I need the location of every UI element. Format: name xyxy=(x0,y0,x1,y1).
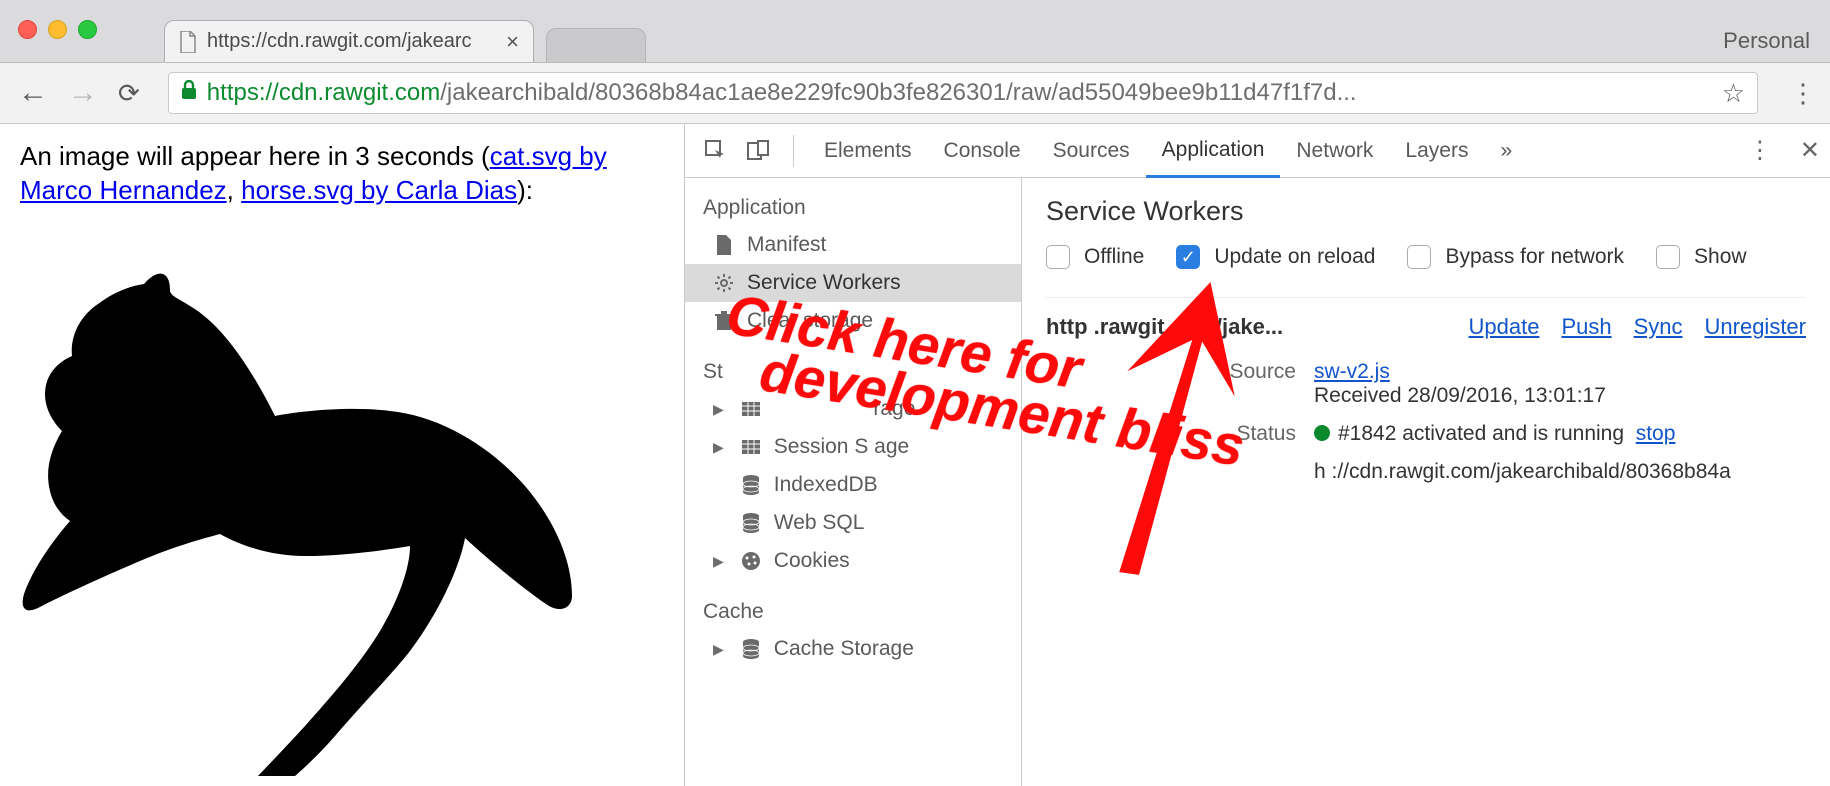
panel-title: Service Workers xyxy=(1046,196,1806,227)
sidebar-section-cache: Cache xyxy=(685,594,1021,630)
page-intro-text: An image will appear here in 3 seconds ( xyxy=(20,141,490,171)
sidebar-item-manifest[interactable]: Manifest xyxy=(685,226,1021,264)
offline-checkbox[interactable] xyxy=(1046,245,1070,269)
maximize-window-button[interactable] xyxy=(78,20,97,39)
sidebar-section-application: Application xyxy=(685,190,1021,226)
cookie-icon xyxy=(740,550,762,572)
forward-button[interactable]: → xyxy=(68,76,96,110)
expand-icon: ▶ xyxy=(713,553,724,570)
sw-status-text: #1842 activated and is running xyxy=(1338,422,1624,445)
titlebar: https://cdn.rawgit.com/jakearc × Persona… xyxy=(0,0,1830,62)
sw-status-label: Status xyxy=(1176,422,1296,446)
reload-button[interactable]: ⟳ xyxy=(118,78,140,109)
sidebar-item-session-storage[interactable]: ▶ Session S age xyxy=(685,428,1021,466)
browser-menu-icon[interactable]: ⋮ xyxy=(1790,78,1812,109)
sidebar-item-web-sql[interactable]: ▶ Web SQL xyxy=(685,504,1021,542)
show-all-label: Show xyxy=(1694,245,1747,269)
grid-icon xyxy=(740,436,762,458)
sw-received: Received 28/09/2016, 13:01:17 xyxy=(1314,384,1606,407)
devtools-tab-layers[interactable]: Layers xyxy=(1389,124,1484,177)
minimize-window-button[interactable] xyxy=(48,20,67,39)
back-button[interactable]: ← xyxy=(18,76,46,110)
url-text: https://cdn.rawgit.com/jakearchibald/803… xyxy=(207,79,1357,107)
link-horse-svg[interactable]: horse.svg by Carla Dias xyxy=(241,175,517,205)
devtools-close-icon[interactable]: ✕ xyxy=(1800,136,1820,165)
devtools-tab-network[interactable]: Network xyxy=(1280,124,1389,177)
devtools-tabbar: Elements Console Sources Application Net… xyxy=(685,124,1830,178)
sidebar-item-local-storage[interactable]: ▶ Local Storage xyxy=(685,390,1021,428)
update-on-reload-checkbox[interactable]: ✓ xyxy=(1176,245,1200,269)
devtools-menu-icon[interactable]: ⋮ xyxy=(1748,136,1772,165)
sidebar-item-cache-storage[interactable]: ▶ Cache Storage xyxy=(685,630,1021,668)
toolbar: ← → ⟳ https://cdn.rawgit.com/jakearchiba… xyxy=(0,62,1830,124)
expand-icon: ▶ xyxy=(713,641,724,658)
document-icon xyxy=(713,234,735,256)
sw-source-label: Source xyxy=(1176,360,1296,408)
page-icon xyxy=(179,31,197,53)
grid-icon xyxy=(740,398,762,420)
devtools-tab-console[interactable]: Console xyxy=(928,124,1037,177)
application-sidebar: Application Manifest Service Workers Cle… xyxy=(685,178,1022,786)
browser-tab[interactable]: https://cdn.rawgit.com/jakearc × xyxy=(164,20,534,62)
bookmark-star-icon[interactable]: ☆ xyxy=(1722,78,1745,109)
profile-label[interactable]: Personal xyxy=(1723,28,1810,54)
sidebar-item-cookies[interactable]: ▶ Cookies xyxy=(685,542,1021,580)
devtools-panel: Elements Console Sources Application Net… xyxy=(684,124,1830,786)
horse-image xyxy=(20,216,580,776)
sidebar-item-indexeddb[interactable]: ▶ IndexedDB xyxy=(685,466,1021,504)
page-content: An image will appear here in 3 seconds (… xyxy=(0,124,684,786)
sw-origin: http .rawgit.com/jake... xyxy=(1046,314,1444,340)
devtools-tab-application[interactable]: Application xyxy=(1146,125,1281,178)
bypass-for-network-checkbox[interactable] xyxy=(1407,245,1431,269)
expand-icon: ▶ xyxy=(713,401,724,418)
window-traffic-lights xyxy=(18,20,97,39)
gear-icon xyxy=(713,272,735,294)
close-tab-icon[interactable]: × xyxy=(506,29,519,55)
device-toolbar-icon[interactable] xyxy=(743,139,773,163)
new-tab-placeholder[interactable] xyxy=(546,28,646,62)
sidebar-item-clear-storage[interactable]: Clear storage xyxy=(685,302,1021,340)
sw-action-push[interactable]: Push xyxy=(1561,314,1611,340)
show-all-checkbox[interactable] xyxy=(1656,245,1680,269)
sidebar-section-storage: St xyxy=(685,354,1021,390)
sw-source-link[interactable]: sw-v2.js xyxy=(1314,360,1390,383)
trash-icon xyxy=(713,310,735,332)
close-window-button[interactable] xyxy=(18,20,37,39)
sw-action-update[interactable]: Update xyxy=(1468,314,1539,340)
bypass-for-network-label: Bypass for network xyxy=(1445,245,1624,269)
update-on-reload-label: Update on reload xyxy=(1214,245,1375,269)
expand-icon: ▶ xyxy=(713,439,724,456)
status-running-icon xyxy=(1314,425,1330,441)
offline-label: Offline xyxy=(1084,245,1144,269)
database-icon xyxy=(740,638,762,660)
tab-title: https://cdn.rawgit.com/jakearc xyxy=(207,30,496,53)
sw-action-unregister[interactable]: Unregister xyxy=(1705,314,1806,340)
address-bar[interactable]: https://cdn.rawgit.com/jakearchibald/803… xyxy=(168,72,1758,114)
devtools-tab-sources[interactable]: Sources xyxy=(1037,124,1146,177)
sw-stop-link[interactable]: stop xyxy=(1636,422,1676,445)
sw-action-sync[interactable]: Sync xyxy=(1634,314,1683,340)
sw-clients-value: h ://cdn.rawgit.com/jakearchibald/80368b… xyxy=(1314,460,1806,484)
devtools-tab-elements[interactable]: Elements xyxy=(808,124,928,177)
database-icon xyxy=(740,474,762,496)
database-icon xyxy=(740,512,762,534)
service-workers-panel: Service Workers Offline ✓ Update on relo… xyxy=(1022,178,1830,786)
lock-icon xyxy=(181,80,197,106)
devtools-tabs-overflow[interactable]: » xyxy=(1484,124,1528,177)
sidebar-item-service-workers[interactable]: Service Workers xyxy=(685,264,1021,302)
inspect-element-icon[interactable] xyxy=(701,139,731,163)
